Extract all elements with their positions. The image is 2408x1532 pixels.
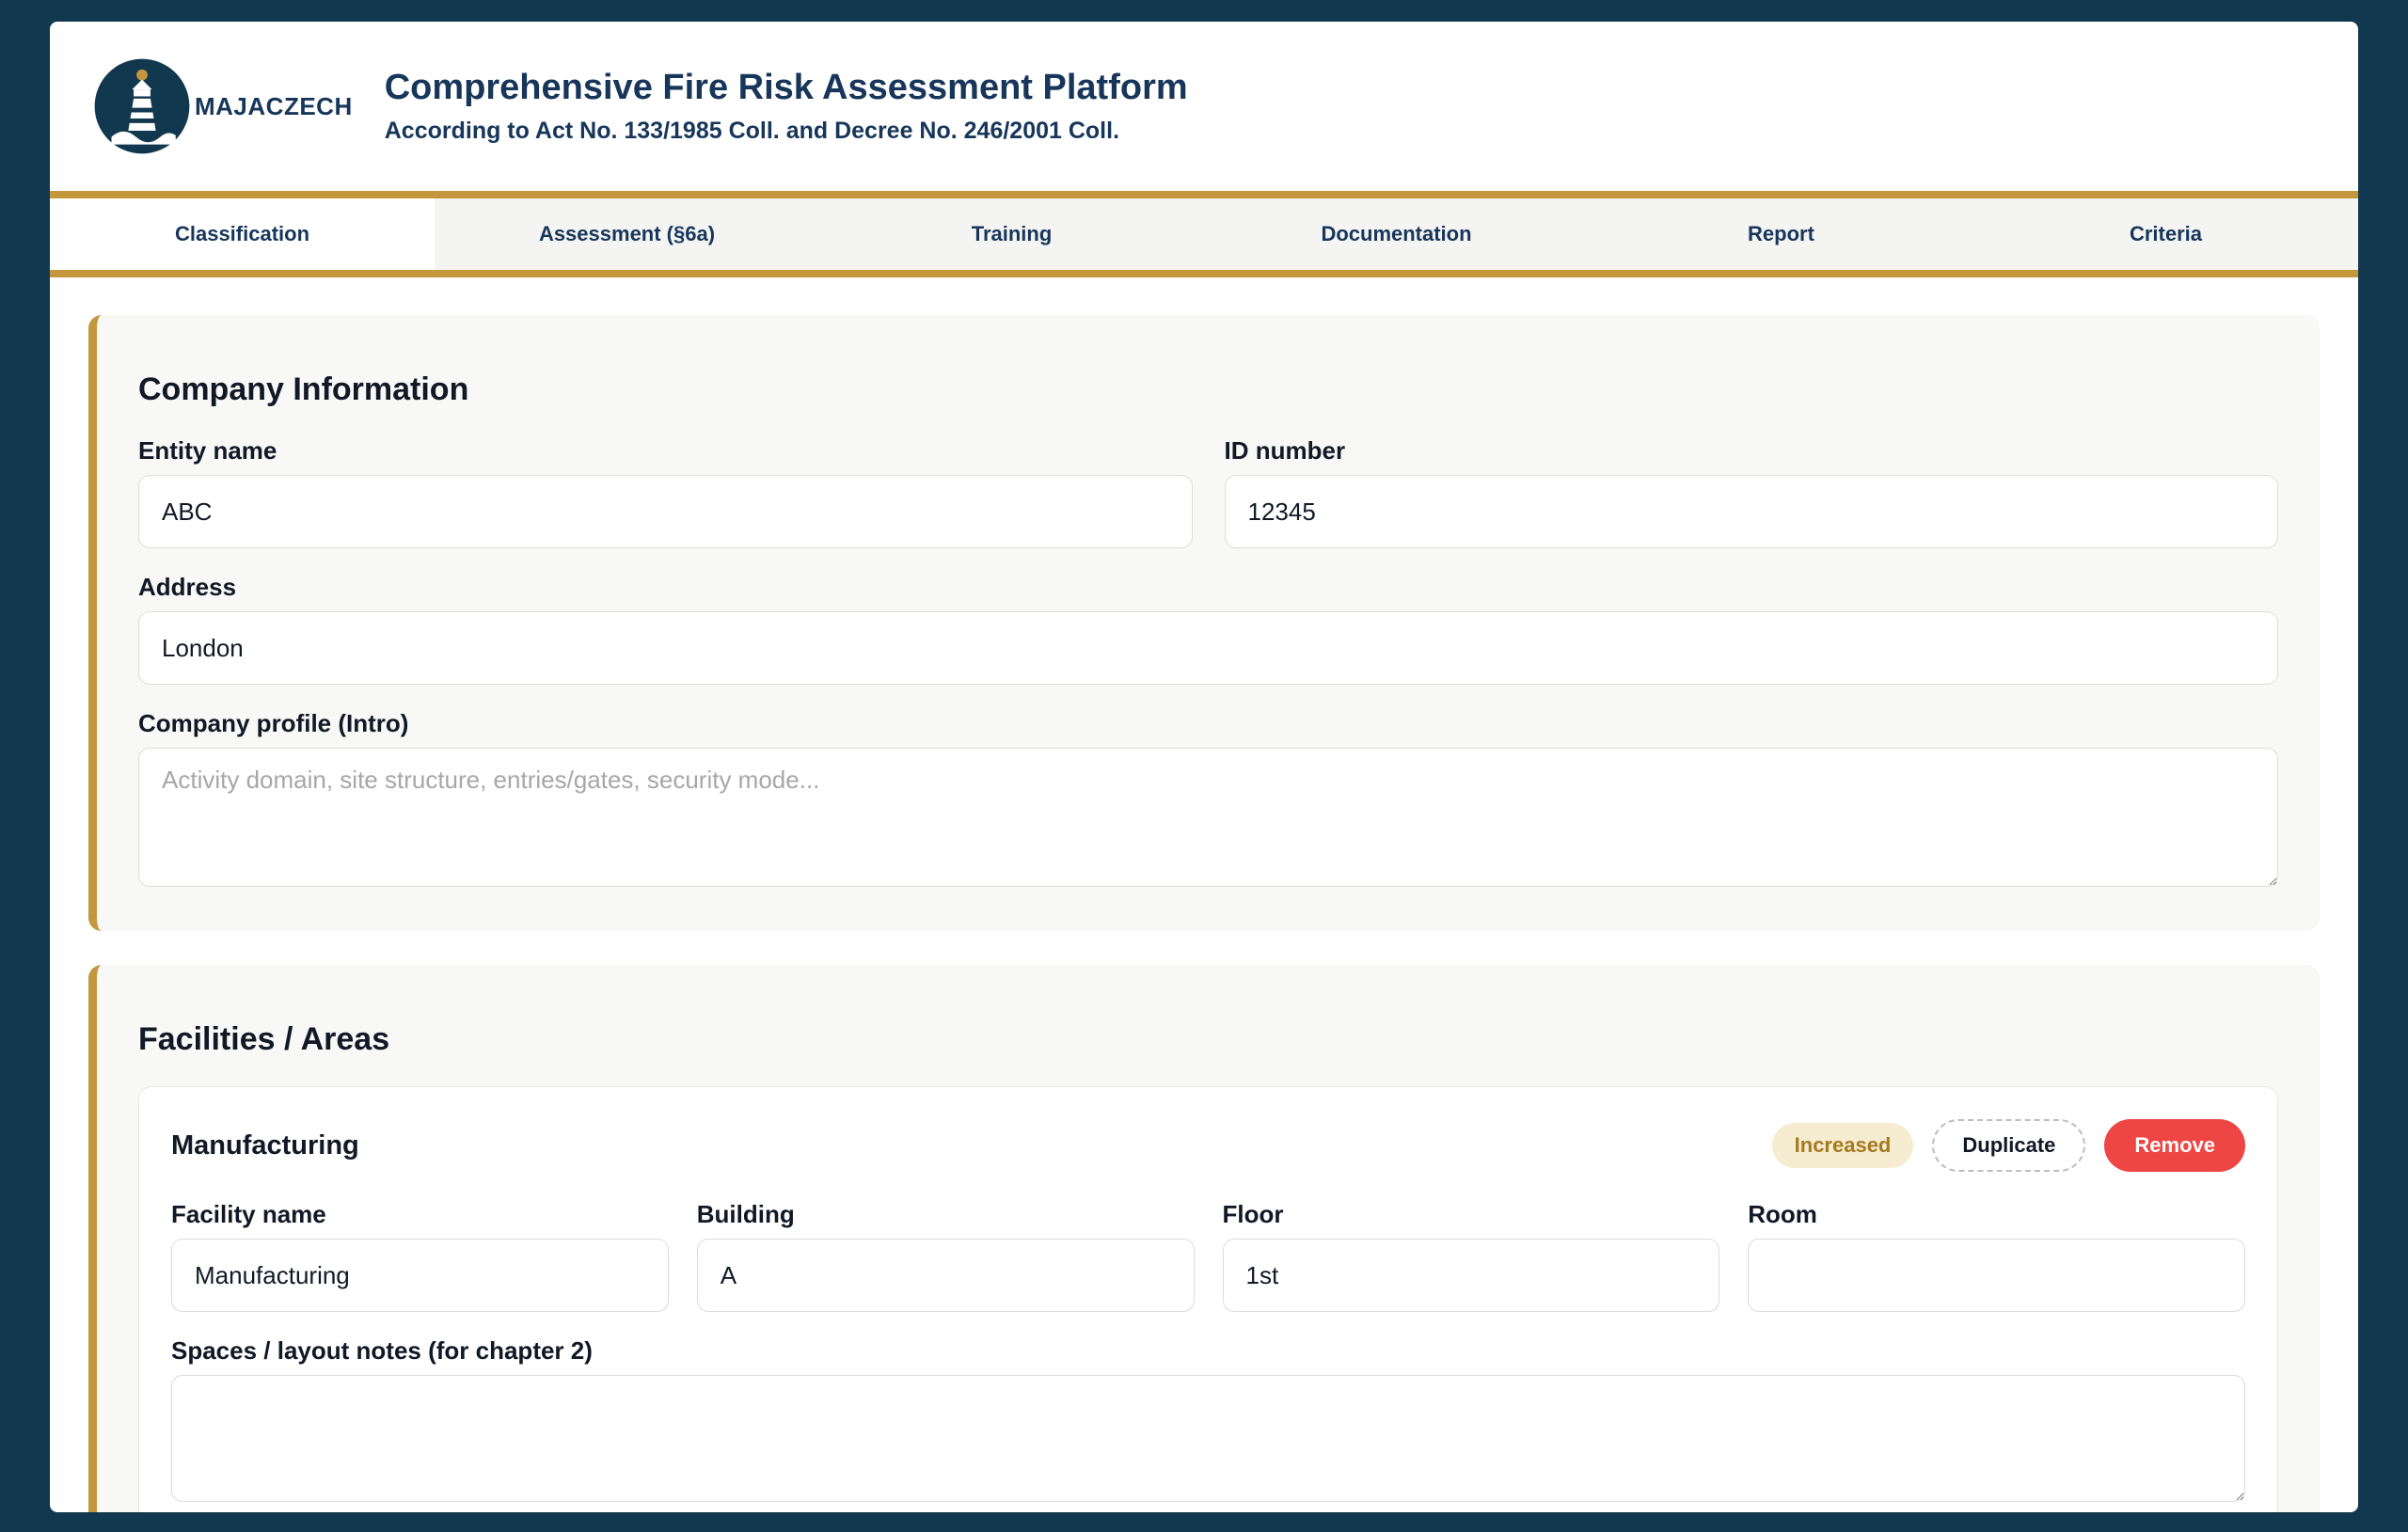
entity-name-label: Entity name	[138, 436, 1193, 466]
building-input[interactable]	[697, 1239, 1195, 1312]
company-profile-label: Company profile (Intro)	[138, 709, 2278, 738]
room-label: Room	[1748, 1200, 2245, 1229]
spaces-notes-field: Spaces / layout notes (for chapter 2)	[171, 1336, 2245, 1507]
building-label: Building	[697, 1200, 1195, 1229]
facility-name-heading: Manufacturing	[171, 1130, 359, 1161]
facility-name-field: Facility name	[171, 1200, 669, 1312]
facility-name-label: Facility name	[171, 1200, 669, 1229]
id-number-field: ID number	[1225, 436, 2279, 548]
building-field: Building	[697, 1200, 1195, 1312]
spaces-notes-textarea[interactable]	[171, 1375, 2245, 1502]
company-profile-textarea[interactable]	[138, 748, 2278, 887]
facility-header: Manufacturing Increased Duplicate Remove	[171, 1119, 2245, 1172]
address-label: Address	[138, 573, 2278, 602]
tab-bar: Classification Assessment (§6a) Training…	[50, 191, 2358, 277]
tab-documentation[interactable]: Documentation	[1204, 198, 1589, 270]
floor-label: Floor	[1223, 1200, 1720, 1229]
lighthouse-logo-icon	[93, 57, 191, 155]
company-profile-field: Company profile (Intro)	[138, 709, 2278, 892]
app-header: MAJACZECH Comprehensive Fire Risk Assess…	[50, 22, 2358, 191]
remove-button[interactable]: Remove	[2104, 1119, 2245, 1172]
floor-field: Floor	[1223, 1200, 1720, 1312]
room-input[interactable]	[1748, 1239, 2245, 1312]
app-window: MAJACZECH Comprehensive Fire Risk Assess…	[50, 22, 2358, 1512]
address-field: Address	[138, 573, 2278, 685]
brand-name: MAJACZECH	[195, 92, 353, 121]
entity-name-field: Entity name	[138, 436, 1193, 548]
facility-name-input[interactable]	[171, 1239, 669, 1312]
section-title-company: Company Information	[138, 371, 2278, 408]
spaces-notes-label: Spaces / layout notes (for chapter 2)	[171, 1336, 2245, 1366]
tab-report[interactable]: Report	[1589, 198, 1973, 270]
entity-name-input[interactable]	[138, 475, 1193, 548]
facility-card-manufacturing: Manufacturing Increased Duplicate Remove…	[138, 1086, 2278, 1512]
facilities-section: Facilities / Areas Manufacturing Increas…	[88, 965, 2320, 1512]
tab-training[interactable]: Training	[819, 198, 1204, 270]
company-information-section: Company Information Entity name ID numbe…	[88, 315, 2320, 931]
id-number-input[interactable]	[1225, 475, 2279, 548]
tab-assessment[interactable]: Assessment (§6a)	[435, 198, 819, 270]
tab-criteria[interactable]: Criteria	[1973, 198, 2358, 270]
facility-actions: Increased Duplicate Remove	[1772, 1119, 2245, 1172]
title-block: Comprehensive Fire Risk Assessment Platf…	[385, 68, 1188, 145]
main-content: Company Information Entity name ID numbe…	[50, 277, 2358, 1512]
tab-classification[interactable]: Classification	[50, 198, 435, 270]
room-field: Room	[1748, 1200, 2245, 1312]
address-input[interactable]	[138, 611, 2278, 685]
section-title-facilities: Facilities / Areas	[138, 1021, 2278, 1058]
risk-level-badge: Increased	[1772, 1123, 1914, 1168]
duplicate-button[interactable]: Duplicate	[1932, 1119, 2085, 1172]
page-title: Comprehensive Fire Risk Assessment Platf…	[385, 68, 1188, 108]
floor-input[interactable]	[1223, 1239, 1720, 1312]
logo: MAJACZECH	[93, 57, 353, 155]
id-number-label: ID number	[1225, 436, 2279, 466]
page-subtitle: According to Act No. 133/1985 Coll. and …	[385, 118, 1188, 145]
